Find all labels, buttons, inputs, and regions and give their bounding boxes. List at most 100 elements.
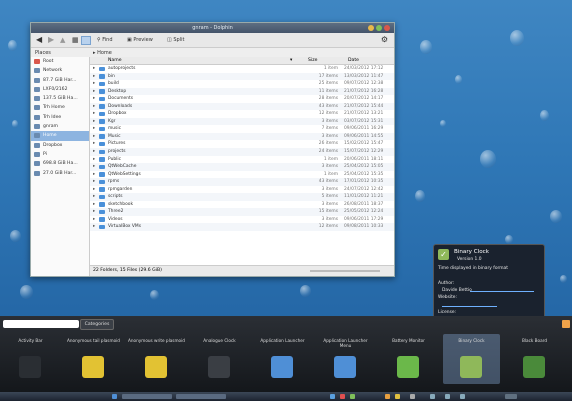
widget-item[interactable]: Anonymous write plasmoid (128, 334, 185, 384)
tray-icon[interactable] (340, 394, 345, 399)
file-row[interactable]: ▸ Documents 28 items 20/07/2012 14:17 (90, 95, 394, 103)
tray-icon[interactable] (430, 394, 435, 399)
file-row[interactable]: ▸ Three2 15 items 25/05/2012 12:24 (90, 208, 394, 216)
tooltip-website-link[interactable] (442, 303, 497, 307)
expand-icon[interactable]: ▸ (93, 65, 95, 73)
categories-button[interactable]: Categories (80, 319, 114, 330)
task-item[interactable] (176, 394, 226, 399)
place-item[interactable]: 137.5 GiB Ha... (31, 94, 89, 103)
expand-icon[interactable]: ▸ (93, 125, 95, 133)
zoom-slider[interactable] (310, 270, 380, 272)
preview-button[interactable]: ▣ Preview (127, 36, 153, 44)
column-name[interactable]: Name (108, 57, 122, 64)
widget-item[interactable]: Activity Bar (2, 334, 59, 384)
place-item[interactable]: LXF0/2162 (31, 85, 89, 94)
tray-icon[interactable] (445, 394, 450, 399)
breadcrumb[interactable]: ▸ Home (93, 49, 112, 57)
file-row[interactable]: ▸ Music 3 items 09/06/2011 14:55 (90, 132, 394, 141)
window-titlebar[interactable]: gnram - Dolphin (31, 23, 394, 33)
tray-icon[interactable] (330, 394, 335, 399)
file-row[interactable]: ▸ projects 24 items 15/07/2012 12:29 (90, 148, 394, 156)
file-row[interactable]: ▸ Downloads 43 items 21/07/2012 15:44 (90, 102, 394, 111)
file-row[interactable]: ▸ Kgr 3 items 03/07/2012 15:31 (90, 117, 394, 126)
expand-icon[interactable]: ▸ (93, 201, 95, 209)
back-icon[interactable]: ◀ (36, 36, 42, 44)
widget-search-input[interactable] (3, 320, 79, 328)
file-row[interactable]: ▸ VirtualBox VMs 12 items 09/08/2011 10:33 (90, 223, 394, 232)
settings-icon[interactable]: ⚙ (381, 36, 388, 44)
column-size[interactable]: Size (308, 57, 317, 64)
place-item[interactable]: Root (31, 57, 89, 66)
place-item[interactable]: Pi (31, 150, 89, 159)
expand-icon[interactable]: ▸ (93, 223, 95, 231)
expand-icon[interactable]: ▸ (93, 110, 95, 118)
place-item[interactable]: gnram (31, 122, 89, 131)
expand-icon[interactable]: ▸ (93, 140, 95, 148)
tray-icon[interactable] (410, 394, 415, 399)
column-date[interactable]: Date (348, 57, 359, 64)
place-item[interactable]: 87.7 GiB Har... (31, 76, 89, 85)
icons-view-icon[interactable]: ▦ (72, 36, 79, 44)
file-list[interactable]: Name ▾ Size Date ▸ autoprojects 1 item 24/0… (90, 57, 394, 276)
clock-icon[interactable] (505, 394, 517, 399)
place-item[interactable]: 27.0 GiB Har... (31, 169, 89, 178)
tooltip-author-link[interactable] (470, 288, 534, 292)
forward-icon[interactable]: ▶ (48, 36, 54, 44)
details-view-icon[interactable] (81, 36, 91, 45)
expand-icon[interactable]: ▸ (93, 171, 95, 179)
app-menu-icon[interactable] (112, 394, 117, 399)
expand-icon[interactable]: ▸ (93, 216, 95, 224)
close-explorer-icon[interactable] (562, 320, 570, 328)
widget-item[interactable]: Anonymous tail plasmoid (65, 334, 122, 384)
file-row[interactable]: ▸ QtWebSettings 1 item 25/04/2012 15:35 (90, 171, 394, 179)
place-item[interactable]: Home (31, 131, 89, 141)
place-item[interactable]: Trh Home (31, 103, 89, 112)
file-row[interactable]: ▸ bin 17 items 13/03/2012 11:47 (90, 72, 394, 81)
split-button[interactable]: ◫ Split (167, 36, 184, 44)
widget-item[interactable]: Binary Clock (443, 334, 500, 384)
expand-icon[interactable]: ▸ (93, 186, 95, 194)
expand-icon[interactable]: ▸ (93, 163, 95, 171)
find-button[interactable]: ⚲ Find (97, 36, 113, 44)
task-item[interactable] (122, 394, 172, 399)
file-row[interactable]: ▸ Pictures 26 items 15/02/2012 15:47 (90, 140, 394, 148)
file-row[interactable]: ▸ scripts 5 items 11/01/2012 11:21 (90, 193, 394, 201)
breadcrumb-home[interactable]: Home (97, 50, 112, 56)
tray-icon[interactable] (395, 394, 400, 399)
minimize-icon[interactable] (368, 25, 374, 31)
widget-item[interactable]: Analogue Clock (191, 334, 248, 384)
expand-icon[interactable]: ▸ (93, 80, 95, 88)
expand-icon[interactable]: ▸ (93, 208, 95, 216)
up-icon[interactable]: ▲ (60, 36, 65, 44)
file-manager-window[interactable]: gnram - Dolphin ◀ ▶ ▲ ▦ ⚲ Find ▣ Preview… (30, 22, 395, 277)
tray-icon[interactable] (350, 394, 355, 399)
file-row[interactable]: ▸ music 7 items 09/06/2011 16:29 (90, 125, 394, 133)
expand-icon[interactable]: ▸ (93, 73, 95, 81)
file-row[interactable]: ▸ rpmgarden 3 items 24/07/2012 12:42 (90, 186, 394, 194)
file-row[interactable]: ▸ rpms 43 items 17/01/2012 10:35 (90, 178, 394, 186)
expand-icon[interactable]: ▸ (93, 118, 95, 126)
file-row[interactable]: ▸ Public 1 item 20/06/2011 18:11 (90, 156, 394, 164)
widget-item[interactable]: Application Launcher (254, 334, 311, 384)
expand-icon[interactable]: ▸ (93, 148, 95, 156)
expand-icon[interactable]: ▸ (93, 103, 95, 111)
widget-item[interactable]: Application Launcher Menu (317, 334, 374, 384)
file-row[interactable]: ▸ autoprojects 1 item 24/03/2012 17:12 (90, 65, 394, 73)
expand-icon[interactable]: ▸ (93, 178, 95, 186)
place-item[interactable]: Trh Idee (31, 113, 89, 122)
file-row[interactable]: ▸ QtWebCache 3 items 25/04/2012 15:05 (90, 163, 394, 171)
close-icon[interactable] (384, 25, 390, 31)
tray-icon[interactable] (385, 394, 390, 399)
expand-icon[interactable]: ▸ (93, 95, 95, 103)
widget-item[interactable]: Battery Monitor (380, 334, 437, 384)
file-row[interactable]: ▸ Videos 3 items 09/06/2011 17:29 (90, 216, 394, 224)
place-item[interactable]: Dropbox (31, 141, 89, 150)
expand-icon[interactable]: ▸ (93, 193, 95, 201)
file-row[interactable]: ▸ sketchbook 3 items 26/08/2011 18:37 (90, 201, 394, 209)
widget-item[interactable]: Black Board (506, 334, 563, 384)
file-row[interactable]: ▸ Desktop 11 items 21/07/2012 16:28 (90, 87, 394, 96)
expand-icon[interactable]: ▸ (93, 88, 95, 96)
place-item[interactable]: 698.8 GiB Ha... (31, 159, 89, 168)
file-row[interactable]: ▸ Dropbox 12 items 21/07/2012 13:21 (90, 110, 394, 118)
expand-icon[interactable]: ▸ (93, 133, 95, 141)
